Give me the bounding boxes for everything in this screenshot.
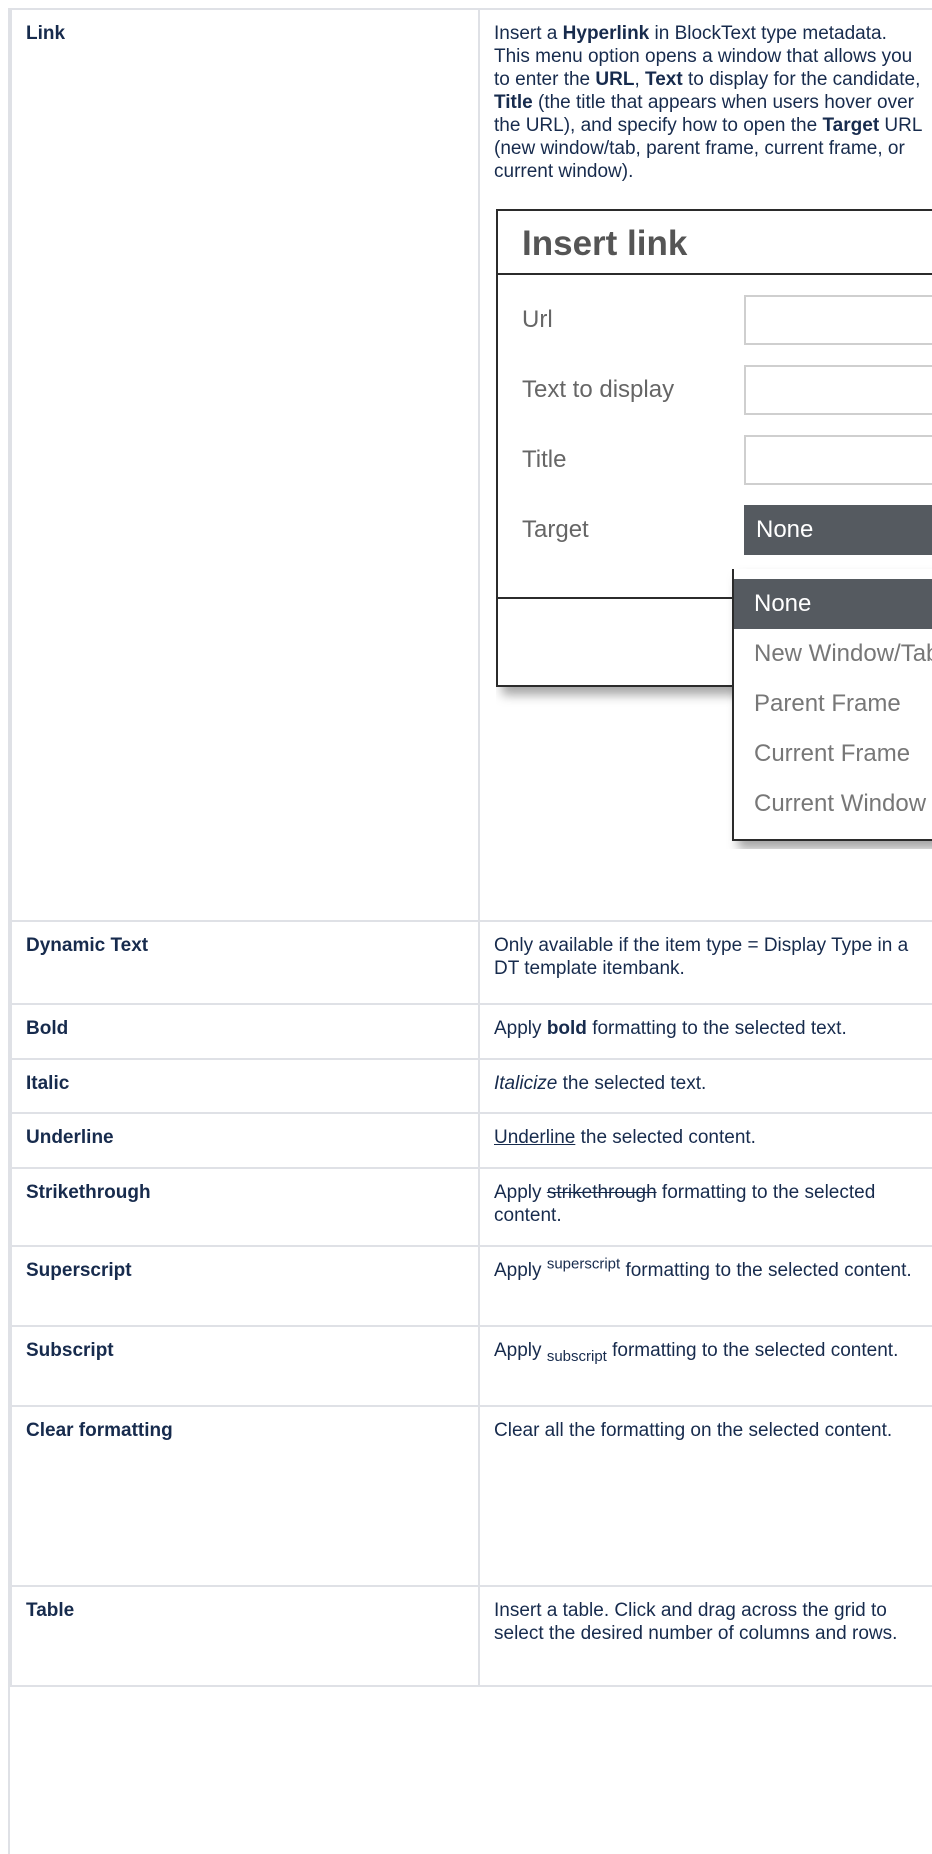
table-row: Dynamic Text Only available if the item … [10,920,932,1005]
text-to-display-input[interactable] [744,365,932,415]
table-row: Table Insert a table. Click and drag acr… [10,1585,932,1687]
option-description: Clear all the formatting on the selected… [494,1420,893,1441]
dialog-title: Insert link [498,211,932,275]
option-description: Underline the selected content. [494,1127,756,1148]
option-description-cell: Only available if the item type = Displa… [478,920,932,1005]
dropdown-option-none[interactable]: None [734,579,932,629]
option-description-cell: Apply subscript formatting to the select… [478,1325,932,1407]
option-description: Insert a Hyperlink in BlockText type met… [494,23,922,182]
table-row: Strikethrough Apply strikethrough format… [10,1167,932,1247]
option-name-cell: Underline [10,1112,480,1169]
target-label: Target [522,516,589,543]
target-dropdown-list: None New Window/Tab Parent Frame Current… [732,569,932,841]
option-name: Table [26,1600,75,1621]
option-name: Strikethrough [26,1182,151,1203]
option-name-cell: Clear formatting [10,1405,480,1587]
option-description-cell: Italicize the selected text. [478,1058,932,1114]
option-name-cell: Superscript [10,1245,480,1327]
option-name: Bold [26,1018,69,1039]
table-row: Superscript Apply superscript formatting… [10,1245,932,1327]
option-description-cell: Underline the selected content. [478,1112,932,1169]
option-description: Apply strikethrough formatting to the se… [494,1182,876,1226]
option-description-cell: Apply superscript formatting to the sele… [478,1245,932,1327]
table-row: Subscript Apply subscript formatting to … [10,1325,932,1407]
table-row: Italic Italicize the selected text. [10,1058,932,1114]
option-name-cell: Table [10,1585,480,1687]
option-name-cell: Bold [10,1003,480,1060]
option-description: Insert a table. Click and drag across th… [494,1600,898,1644]
url-input[interactable] [744,295,932,345]
option-name-cell: Subscript [10,1325,480,1407]
text-to-display-label: Text to display [522,376,675,403]
option-name-cell: Strikethrough [10,1167,480,1247]
option-description: Apply superscript formatting to the sele… [494,1255,912,1281]
table-row: Bold Apply bold formatting to the select… [10,1003,932,1060]
formatting-options-table: Link Insert a Hyperlink in BlockText typ… [10,8,932,1687]
dropdown-option-new-window[interactable]: New Window/Tab [734,629,932,679]
option-name: Link [26,23,66,44]
dropdown-option-current-window[interactable]: Current Window [734,779,932,829]
option-name: Superscript [26,1260,132,1281]
option-description-cell: Apply bold formatting to the selected te… [478,1003,932,1060]
option-description: Apply subscript formatting to the select… [494,1340,899,1365]
option-description: Apply bold formatting to the selected te… [494,1018,847,1039]
option-name-cell: Italic [10,1058,480,1114]
insert-link-dialog-screenshot: Insert link Url Text to display Title Ta… [496,209,932,849]
option-description-cell: Apply strikethrough formatting to the se… [478,1167,932,1247]
title-label: Title [522,446,567,473]
table-row: Clear formatting Clear all the formattin… [10,1405,932,1587]
url-label: Url [522,306,553,333]
option-description-cell: Insert a Hyperlink in BlockText type met… [478,8,932,922]
option-name-cell: Dynamic Text [10,920,480,1005]
option-name: Clear formatting [26,1420,173,1441]
option-description: Only available if the item type = Displa… [494,935,909,979]
dropdown-option-current-frame[interactable]: Current Frame [734,729,932,779]
option-name: Underline [26,1127,114,1148]
option-name: Dynamic Text [26,935,149,956]
option-description-cell: Insert a table. Click and drag across th… [478,1585,932,1687]
option-name: Subscript [26,1340,114,1361]
option-name-cell: Link [10,8,480,922]
title-input[interactable] [744,435,932,485]
option-description-cell: Clear all the formatting on the selected… [478,1405,932,1587]
table-row: Underline Underline the selected content… [10,1112,932,1169]
dropdown-option-parent-frame[interactable]: Parent Frame [734,679,932,729]
option-description: Italicize the selected text. [494,1073,707,1094]
target-select[interactable]: None [744,505,932,555]
table-row: Link Insert a Hyperlink in BlockText typ… [10,8,932,922]
option-name: Italic [26,1073,70,1094]
